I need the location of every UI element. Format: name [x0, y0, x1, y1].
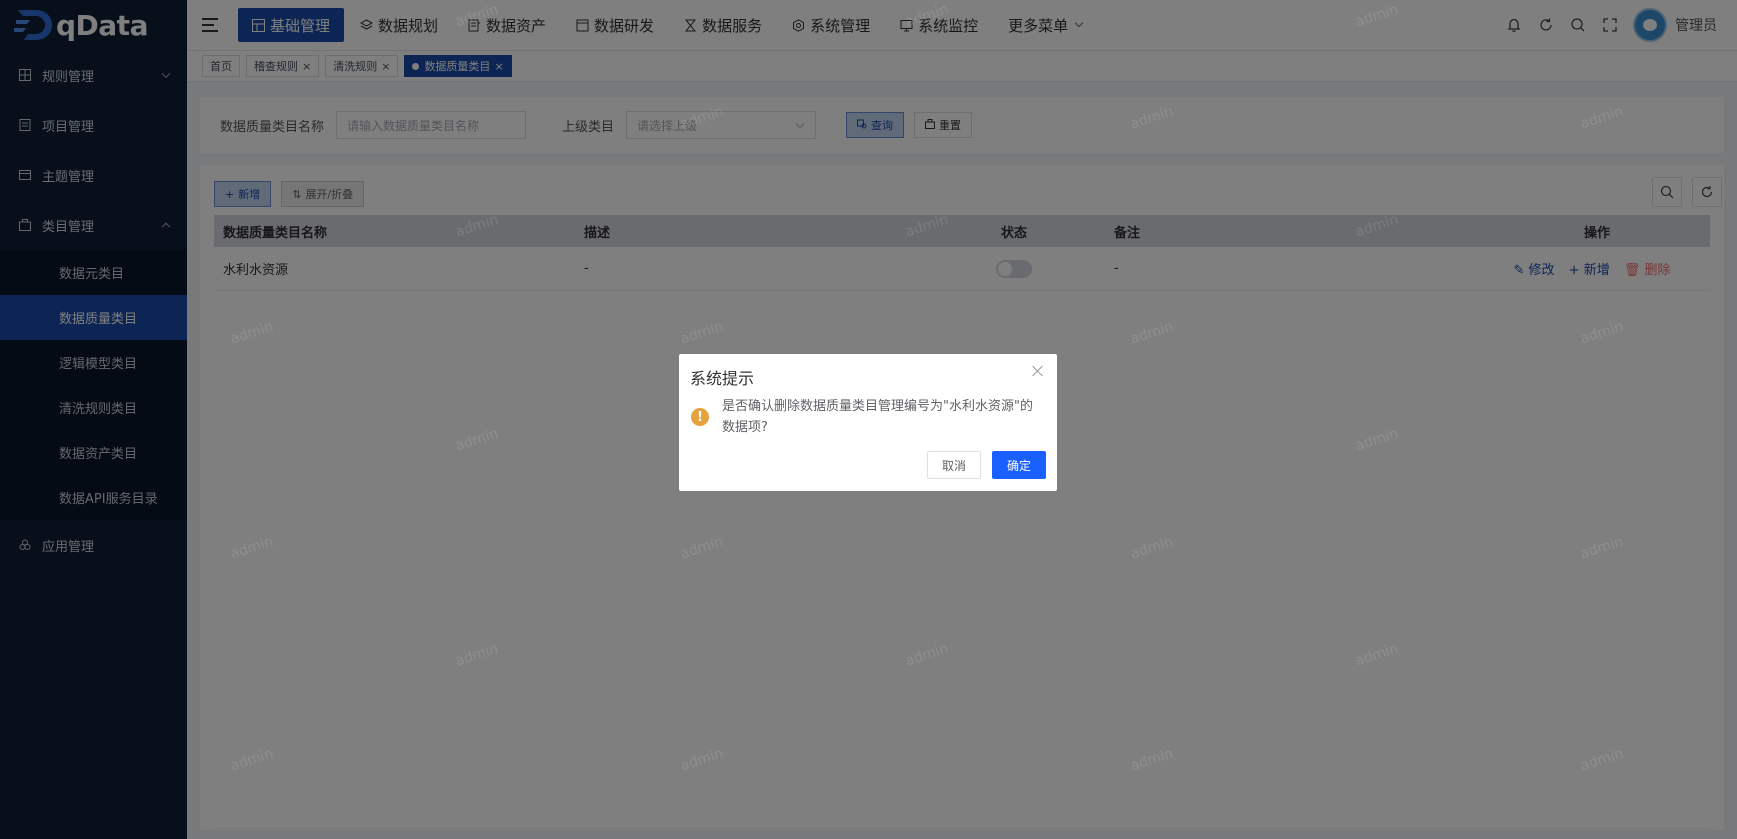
watermark: admin [1128, 318, 1176, 348]
watermark: admin [453, 211, 501, 241]
watermark: admin [1128, 533, 1176, 563]
confirm-button[interactable]: 确定 [992, 451, 1046, 479]
watermark: admin [453, 640, 501, 670]
watermark: admin [1578, 533, 1626, 563]
watermark: admin [1353, 425, 1401, 455]
confirm-dialog: 系统提示 ! 是否确认删除数据质量类目管理编号为"水利水资源"的数据项? 取消 … [679, 354, 1057, 491]
dialog-message: 是否确认删除数据质量类目管理编号为"水利水资源"的数据项? [722, 399, 1033, 435]
watermark: admin [1578, 318, 1626, 348]
watermark: admin [1128, 103, 1176, 133]
watermark: admin [678, 103, 726, 133]
watermark: admin [903, 640, 951, 670]
watermark: admin [228, 745, 276, 775]
watermark: admin [678, 318, 726, 348]
watermark: admin [678, 745, 726, 775]
watermark: admin [1353, 1, 1401, 31]
watermark: admin [1128, 745, 1176, 775]
watermark: admin [1353, 211, 1401, 241]
watermark: admin [1578, 745, 1626, 775]
dialog-title: 系统提示 [690, 369, 755, 388]
close-icon[interactable] [1031, 364, 1045, 378]
watermark: admin [453, 1, 501, 31]
warning-icon: ! [691, 408, 709, 426]
watermark: admin [228, 318, 276, 348]
watermark: admin [228, 533, 276, 563]
watermark: admin [678, 533, 726, 563]
watermark: admin [903, 1, 951, 31]
watermark: admin [1578, 103, 1626, 133]
cancel-button[interactable]: 取消 [927, 451, 981, 479]
watermark: admin [453, 425, 501, 455]
watermark: admin [903, 211, 951, 241]
watermark: admin [1353, 640, 1401, 670]
